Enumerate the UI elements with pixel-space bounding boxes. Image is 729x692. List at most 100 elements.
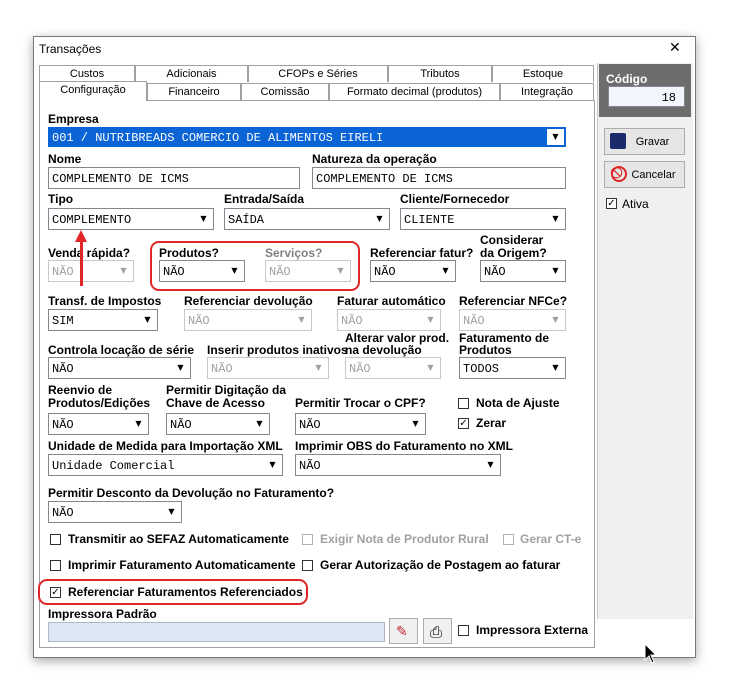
- produtos-sub-label: Produtos: [459, 343, 512, 357]
- tab-comissao[interactable]: Comissão: [241, 83, 329, 100]
- referenciar-nfce-label: Referenciar NFCe?: [459, 294, 568, 308]
- chevron-down-icon: ▼: [195, 210, 212, 228]
- referenciar-nfce-select: NÃO ▼: [459, 309, 566, 331]
- cte-label: Gerar CT-e: [520, 532, 582, 546]
- entrada-select[interactable]: SAÍDA ▼: [224, 208, 390, 230]
- nota-ajuste-checkbox[interactable]: [458, 398, 469, 409]
- wand-icon: ✎: [396, 624, 408, 640]
- tipo-select[interactable]: COMPLEMENTO ▼: [48, 208, 214, 230]
- gravar-button[interactable]: Gravar: [604, 128, 685, 155]
- chevron-down-icon: ▼: [437, 262, 454, 280]
- tab-formato-decimal[interactable]: Formato decimal (produtos): [329, 83, 500, 100]
- natureza-field[interactable]: COMPLEMENTO DE ICMS: [312, 167, 566, 189]
- locacao-label: Controla locação de série: [48, 343, 195, 357]
- referenciar-devolucao-label: Referenciar devolução: [184, 294, 313, 308]
- tab-cfops-series[interactable]: CFOPs e Séries: [248, 65, 388, 82]
- mouse-cursor-icon: [644, 643, 658, 664]
- digitacao-chave-select[interactable]: NÃO ▼: [166, 413, 270, 435]
- entrada-label: Entrada/Saída: [224, 192, 305, 206]
- cancel-icon: ⃠: [611, 166, 627, 182]
- transf-label: Transf. de Impostos: [48, 294, 162, 308]
- nome-field[interactable]: COMPLEMENTO DE ICMS: [48, 167, 300, 189]
- produtor-rural-checkbox: [302, 534, 313, 545]
- ativa-label: Ativa: [622, 197, 649, 211]
- tab-integracao[interactable]: Integração: [500, 83, 594, 100]
- window-title: Transações: [39, 42, 102, 56]
- chevron-down-icon: ▼: [547, 129, 564, 145]
- alterar-valor-select: NÃO ▼: [345, 357, 441, 379]
- obs-select[interactable]: NÃO ▼: [295, 454, 501, 476]
- save-icon: [610, 133, 626, 149]
- referenciar-fatur-select[interactable]: NÃO ▼: [370, 260, 456, 282]
- produtor-rural-label: Exigir Nota de Produtor Rural: [320, 532, 489, 546]
- tipo-label: Tipo: [48, 192, 74, 206]
- highlight-referenciar: [38, 579, 308, 605]
- imprimir-checkbox[interactable]: [50, 560, 61, 571]
- chevron-down-icon: ▼: [422, 359, 439, 377]
- sefaz-checkbox[interactable]: [50, 534, 61, 545]
- empresa-select[interactable]: 001 / NUTRIBREADS COMERCIO DE ALIMENTOS …: [48, 127, 566, 147]
- referenciar-fatur-label: Referenciar fatur?: [370, 246, 474, 260]
- chevron-down-icon: ▼: [547, 311, 564, 329]
- nota-ajuste-label: Nota de Ajuste: [476, 396, 560, 410]
- highlight-produtos-servicos: [150, 241, 360, 291]
- codigo-field[interactable]: 18: [608, 86, 685, 107]
- printer-icon: ⎙: [430, 623, 443, 641]
- inativos-label: Inserir produtos inativos: [207, 343, 348, 357]
- unidade-label: Unidade de Medida para Importação XML: [48, 439, 283, 453]
- chevron-down-icon: ▼: [139, 311, 156, 329]
- impressora-field[interactable]: [48, 622, 385, 642]
- close-icon[interactable]: ✕: [669, 40, 681, 56]
- tab-custos[interactable]: Custos: [39, 65, 135, 82]
- obs-label: Imprimir OBS do Faturamento no XML: [295, 439, 514, 453]
- postagem-label: Gerar Autorização de Postagem ao faturar: [320, 558, 561, 572]
- cte-checkbox: [503, 534, 514, 545]
- nome-label: Nome: [48, 152, 82, 166]
- tab-estoque[interactable]: Estoque: [492, 65, 594, 82]
- red-arrow-shaft: [80, 240, 83, 286]
- chevron-down-icon: ▼: [130, 415, 147, 433]
- desconto-label: Permitir Desconto da Devolução no Fatura…: [48, 486, 335, 500]
- tab-financeiro[interactable]: Financeiro: [147, 83, 241, 100]
- faturar-automatico-select: NÃO ▼: [337, 309, 441, 331]
- trocar-cpf-select[interactable]: NÃO ▼: [295, 413, 426, 435]
- reenvio-select[interactable]: NÃO ▼: [48, 413, 149, 435]
- empresa-label: Empresa: [48, 112, 99, 126]
- venda-rapida-label: Venda rápida?: [48, 246, 131, 260]
- impressora-externa-checkbox[interactable]: [458, 625, 469, 636]
- select-printer-button[interactable]: ✎: [389, 618, 418, 644]
- produtos-edicoes-label: Produtos/Edições: [48, 396, 151, 410]
- unidade-select[interactable]: Unidade Comercial ▼: [48, 454, 283, 476]
- desconto-select[interactable]: NÃO ▼: [48, 501, 182, 523]
- sefaz-label: Transmitir ao SEFAZ Automaticamente: [68, 532, 289, 546]
- impressora-label: Impressora Padrão: [48, 607, 157, 621]
- chevron-down-icon: ▼: [547, 262, 564, 280]
- chevron-down-icon: ▼: [482, 456, 499, 474]
- chave-acesso-label: Chave de Acesso: [166, 396, 265, 410]
- venda-rapida-select: NÃO ▼: [48, 260, 134, 282]
- inativos-select: NÃO ▼: [207, 357, 329, 379]
- chevron-down-icon: ▼: [547, 210, 564, 228]
- codigo-label: Código: [606, 72, 648, 86]
- postagem-checkbox[interactable]: [302, 560, 313, 571]
- chevron-down-icon: ▼: [547, 359, 564, 377]
- trocar-cpf-label: Permitir Trocar o CPF?: [295, 396, 426, 410]
- chevron-down-icon: ▼: [251, 415, 268, 433]
- locacao-select[interactable]: NÃO ▼: [48, 357, 191, 379]
- imprimir-label: Imprimir Faturamento Automaticamente: [68, 558, 296, 572]
- chevron-down-icon: ▼: [163, 503, 180, 521]
- cancelar-button[interactable]: ⃠ Cancelar: [604, 161, 685, 188]
- faturamento-produtos-select[interactable]: TODOS ▼: [459, 357, 566, 379]
- tab-configuracao[interactable]: Configuração: [39, 81, 147, 101]
- print-button[interactable]: ⎙: [423, 618, 452, 644]
- ativa-checkbox[interactable]: ✓: [606, 198, 617, 209]
- transf-select[interactable]: SIM ▼: [48, 309, 158, 331]
- zerar-checkbox[interactable]: ✓: [458, 418, 469, 429]
- origem-label: da Origem?: [480, 246, 547, 260]
- considerar-origem-select[interactable]: NÃO ▼: [480, 260, 566, 282]
- faturar-automatico-label: Faturar automático: [337, 294, 446, 308]
- zerar-label: Zerar: [476, 416, 507, 430]
- cliente-select[interactable]: CLIENTE ▼: [400, 208, 566, 230]
- tab-tributos[interactable]: Tributos: [388, 65, 492, 82]
- tab-adicionais[interactable]: Adicionais: [135, 65, 248, 82]
